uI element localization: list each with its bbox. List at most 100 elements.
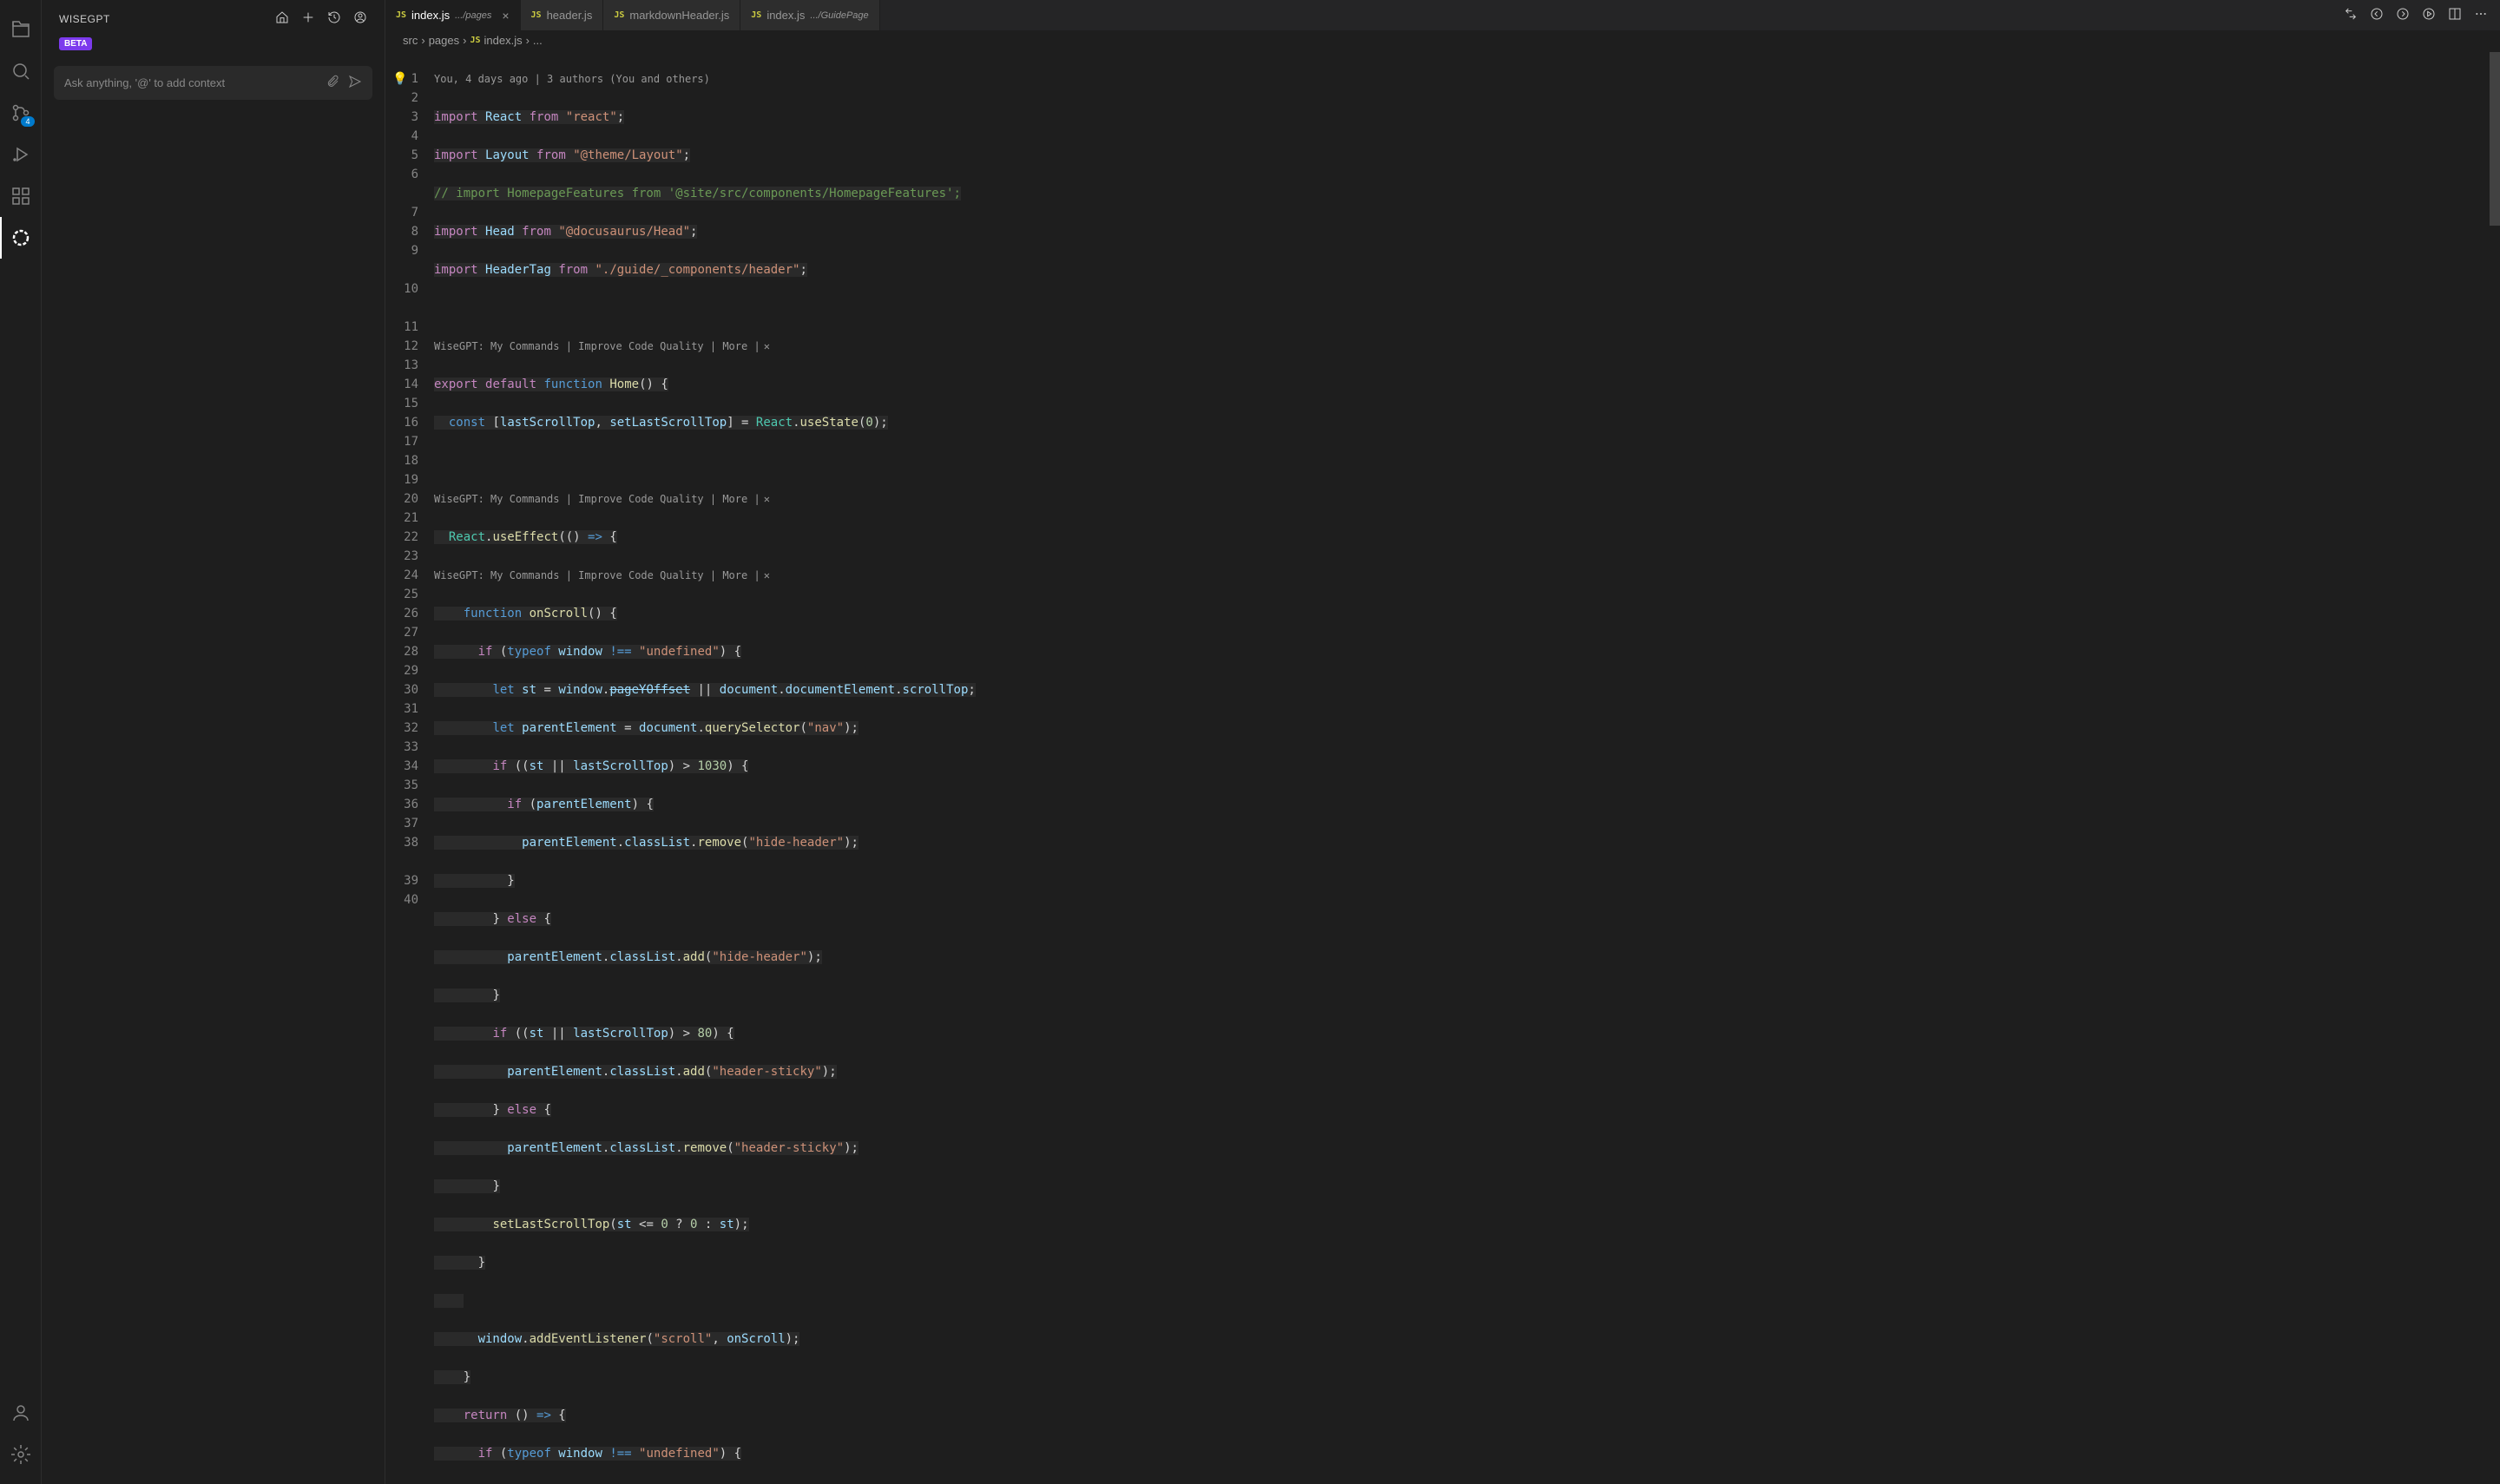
search-icon[interactable]	[0, 50, 42, 92]
close-icon[interactable]: ✕	[764, 489, 770, 509]
code-content[interactable]: You, 4 days ago | 3 authors (You and oth…	[434, 50, 2490, 1484]
line-number: 14	[385, 375, 418, 394]
extensions-icon[interactable]	[0, 175, 42, 217]
codelens[interactable]: WiseGPT: My Commands | Improve Code Qual…	[434, 566, 2490, 585]
line-number: 4	[385, 127, 418, 146]
tab-index-pages[interactable]: JS index.js .../pages ×	[385, 0, 521, 30]
run-icon[interactable]	[2422, 7, 2436, 23]
ask-input-container[interactable]	[54, 66, 372, 100]
sidebar-header-actions	[275, 10, 367, 27]
line-number: 6	[385, 165, 418, 184]
lightbulb-icon[interactable]: 💡	[392, 69, 407, 89]
editor-actions	[2332, 0, 2500, 30]
editor-area: JS index.js .../pages × JS header.js JS …	[385, 0, 2500, 1484]
more-icon[interactable]	[2474, 7, 2488, 23]
explorer-icon[interactable]	[0, 9, 42, 50]
codelens[interactable]: WiseGPT: My Commands | Improve Code Qual…	[434, 337, 2490, 356]
tabs: JS index.js .../pages × JS header.js JS …	[385, 0, 2500, 30]
line-number: 31	[385, 699, 418, 719]
line-number: 36	[385, 795, 418, 814]
send-icon[interactable]	[348, 75, 362, 91]
line-number: 22	[385, 528, 418, 547]
js-file-icon: JS	[531, 10, 542, 20]
sidebar-title: WISEGPT	[59, 13, 110, 25]
line-number: 33	[385, 738, 418, 757]
line-number: 2	[385, 89, 418, 108]
codelens[interactable]: WiseGPT: My Commands | Improve Code Qual…	[434, 489, 2490, 509]
history-icon[interactable]	[327, 10, 341, 27]
source-control-icon[interactable]: 4	[0, 92, 42, 134]
breadcrumb-part[interactable]: src	[403, 34, 418, 47]
add-icon[interactable]	[301, 10, 315, 27]
tab-label: markdownHeader.js	[629, 9, 729, 22]
close-icon[interactable]: ✕	[764, 337, 770, 356]
line-number: 10	[385, 279, 418, 299]
tab-label: header.js	[547, 9, 593, 22]
nav-forward-icon[interactable]	[2396, 7, 2410, 23]
sidebar: WISEGPT BETA	[42, 0, 385, 1484]
wisegpt-icon[interactable]	[0, 217, 42, 259]
debug-icon[interactable]	[0, 134, 42, 175]
line-number: 13	[385, 356, 418, 375]
line-number: 29	[385, 661, 418, 680]
ask-input[interactable]	[64, 76, 326, 89]
line-number: 16	[385, 413, 418, 432]
tab-path: .../GuidePage	[810, 10, 868, 21]
line-number: 39	[385, 871, 418, 890]
tab-path: .../pages	[455, 10, 491, 21]
user-icon[interactable]	[353, 10, 367, 27]
close-icon[interactable]: ✕	[764, 566, 770, 585]
beta-badge: BETA	[59, 37, 92, 50]
breadcrumb-part[interactable]: pages	[429, 34, 459, 47]
js-file-icon: JS	[396, 10, 406, 20]
git-blame[interactable]: You, 4 days ago | 3 authors (You and oth…	[434, 69, 2490, 89]
chevron-right-icon: ›	[526, 34, 530, 47]
line-number: 5	[385, 146, 418, 165]
line-number: 35	[385, 776, 418, 795]
line-number: 25	[385, 585, 418, 604]
line-numbers: 1 2 3 4 5 6 7 8 9 10 11 12 13 14 15 16 1…	[385, 50, 434, 1484]
home-icon[interactable]	[275, 10, 289, 27]
line-number: 23	[385, 547, 418, 566]
js-file-icon: JS	[614, 10, 624, 20]
account-icon[interactable]	[0, 1392, 42, 1434]
line-number: 3	[385, 108, 418, 127]
activity-bar: 4	[0, 0, 42, 1484]
breadcrumb-part[interactable]: ...	[533, 34, 543, 47]
settings-icon[interactable]	[0, 1434, 42, 1475]
source-control-badge: 4	[21, 116, 34, 127]
breadcrumb[interactable]: src › pages › JS index.js › ...	[385, 30, 2500, 50]
chevron-right-icon: ›	[463, 34, 466, 47]
close-icon[interactable]: ×	[502, 9, 509, 23]
line-number: 27	[385, 623, 418, 642]
tab-label: index.js	[766, 9, 805, 22]
breadcrumb-part[interactable]: index.js	[484, 34, 523, 47]
js-file-icon: JS	[470, 36, 480, 45]
line-number: 26	[385, 604, 418, 623]
compare-icon[interactable]	[2344, 7, 2358, 23]
split-icon[interactable]	[2448, 7, 2462, 23]
line-number: 9	[385, 241, 418, 260]
line-number: 37	[385, 814, 418, 833]
line-number: 32	[385, 719, 418, 738]
tab-label: index.js	[411, 9, 450, 22]
line-number: 24	[385, 566, 418, 585]
scroll-thumb[interactable]	[2490, 52, 2500, 226]
line-number: 7	[385, 203, 418, 222]
nav-back-icon[interactable]	[2370, 7, 2384, 23]
sidebar-header: WISEGPT	[42, 0, 385, 34]
line-number: 11	[385, 318, 418, 337]
line-number: 12	[385, 337, 418, 356]
tab-index-guidepage[interactable]: JS index.js .../GuidePage	[740, 0, 879, 30]
js-file-icon: JS	[751, 10, 761, 20]
attach-icon[interactable]	[326, 75, 339, 91]
tab-markdown-header[interactable]: JS markdownHeader.js	[603, 0, 740, 30]
line-number: 17	[385, 432, 418, 451]
line-number: 21	[385, 509, 418, 528]
line-number: 30	[385, 680, 418, 699]
line-number: 20	[385, 489, 418, 509]
tab-header[interactable]: JS header.js	[521, 0, 604, 30]
code-editor[interactable]: 💡 1 2 3 4 5 6 7 8 9 10 11 12 13 14 15 16…	[385, 50, 2500, 1484]
scrollbar[interactable]	[2490, 50, 2500, 1484]
line-number: 38	[385, 833, 418, 852]
